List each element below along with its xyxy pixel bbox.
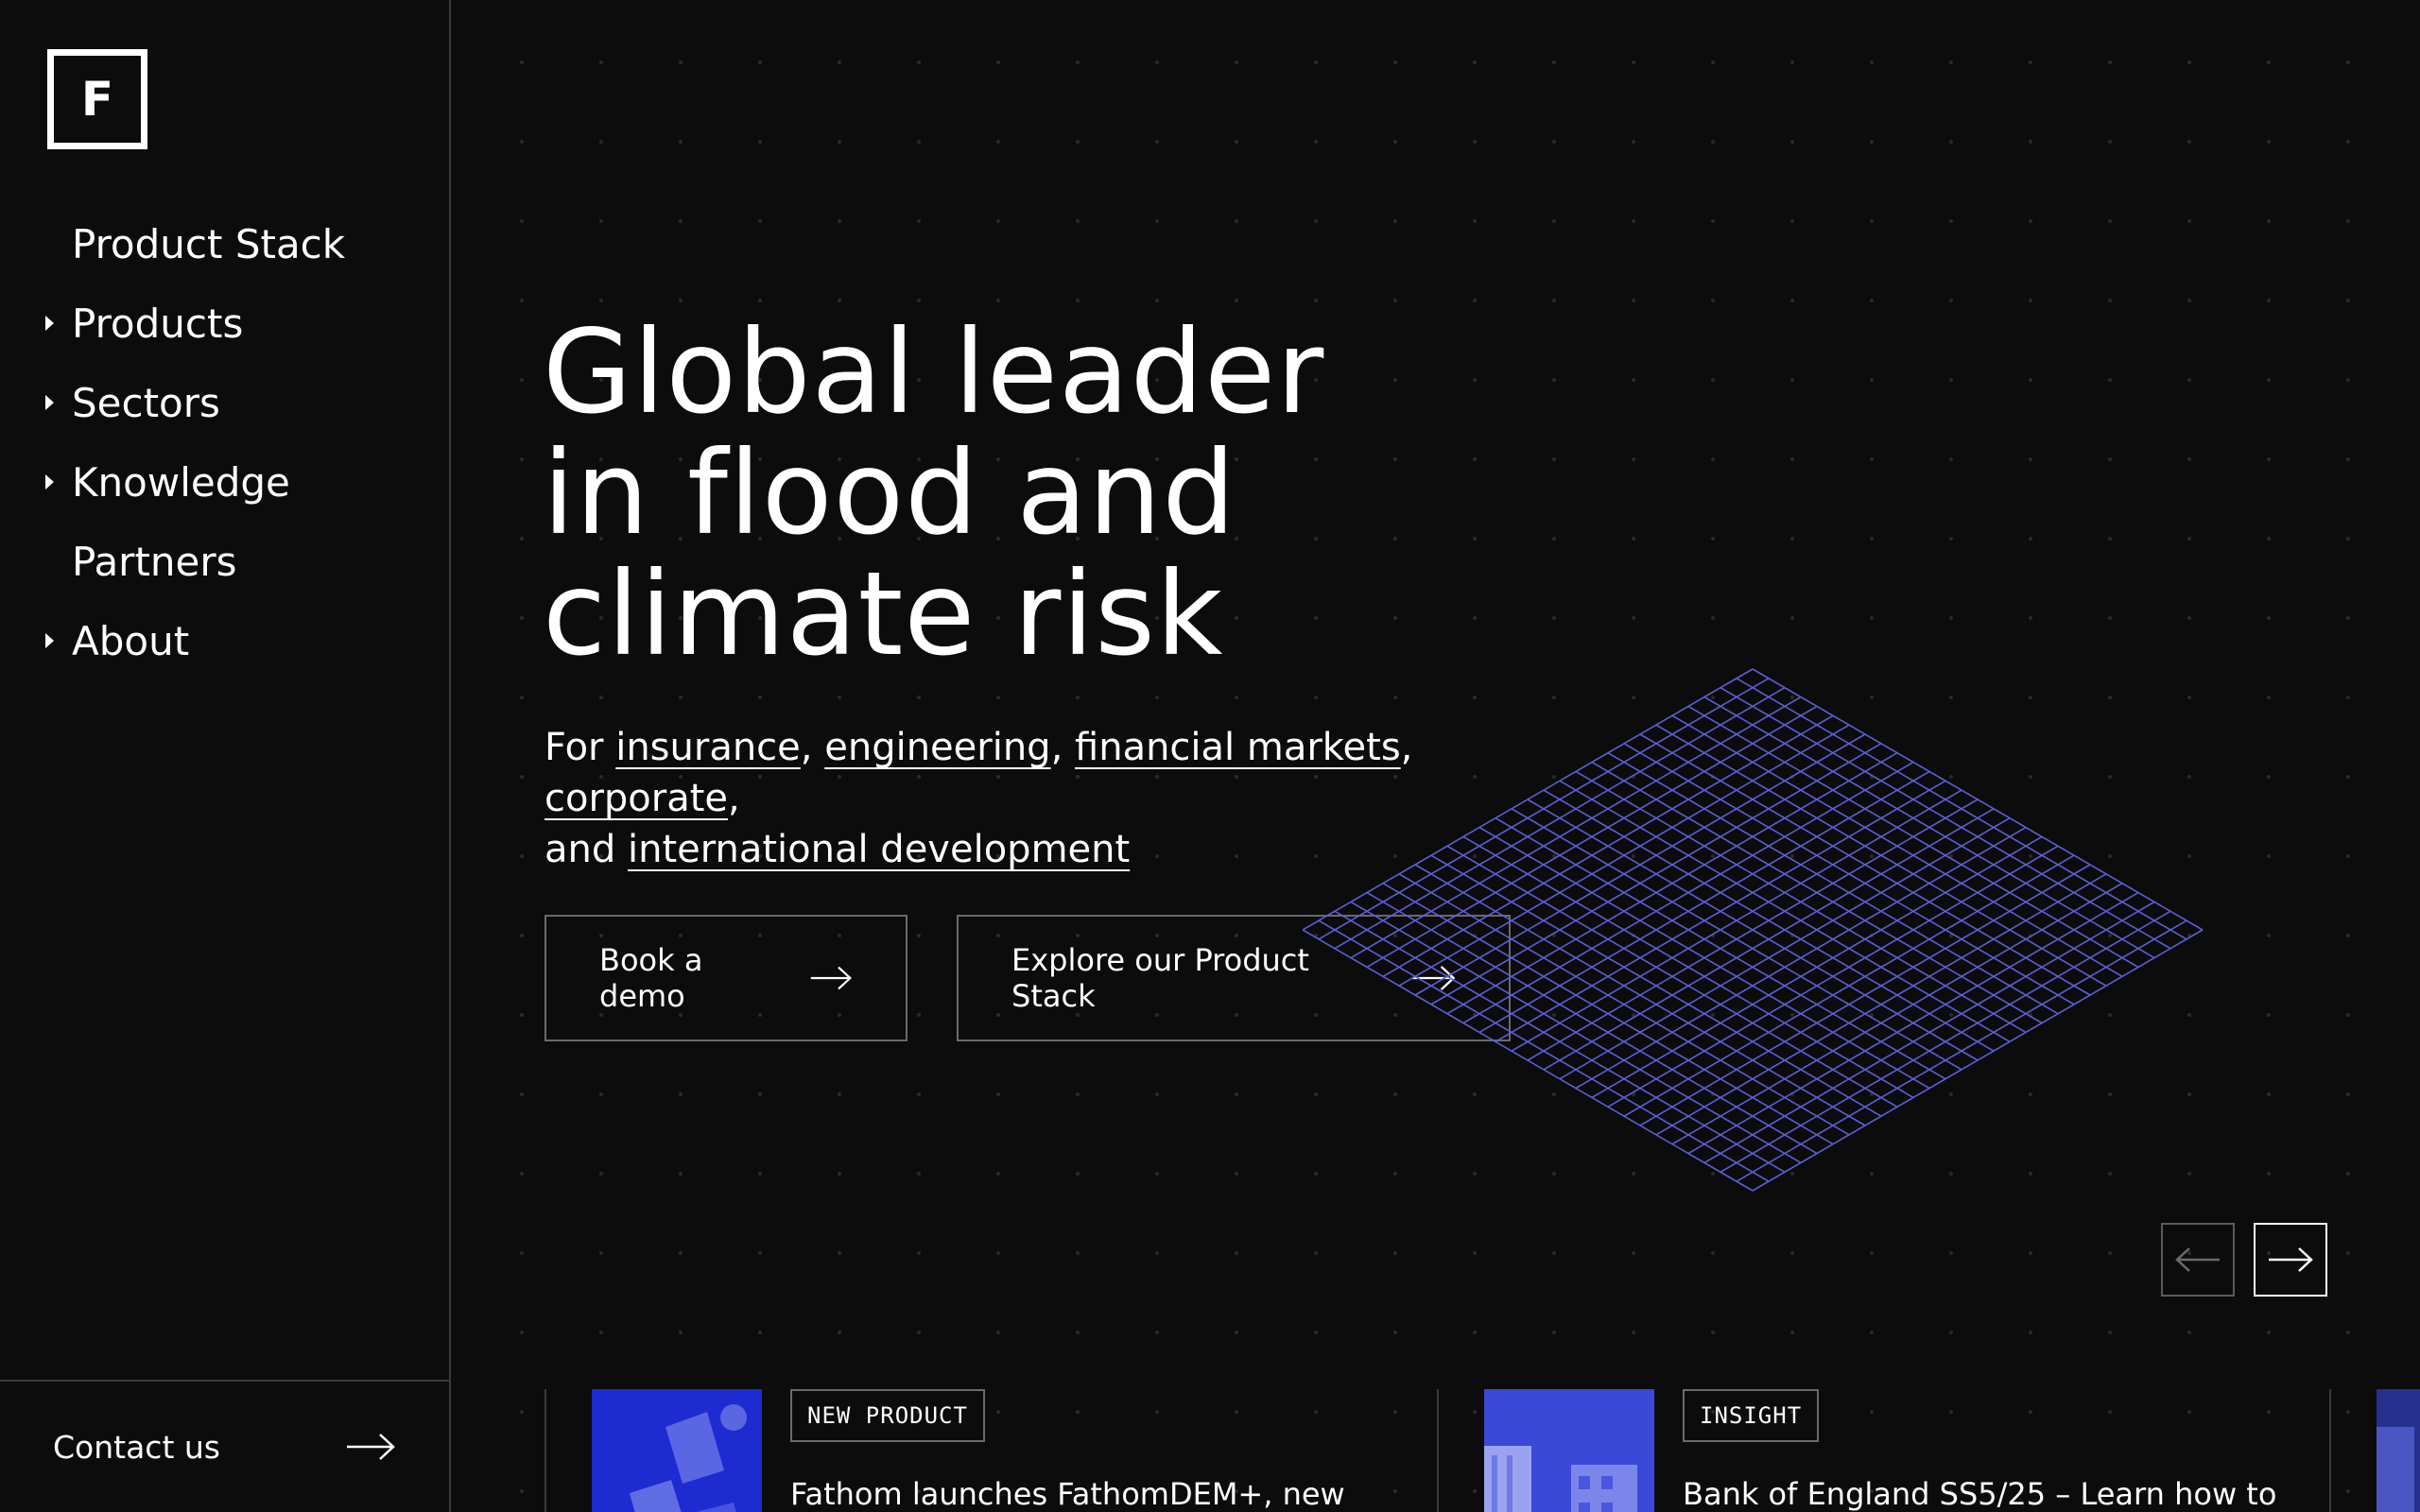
hero-title-line: in flood and xyxy=(543,426,1236,560)
news-tag: NEW PRODUCT xyxy=(790,1389,985,1442)
link-insurance[interactable]: insurance xyxy=(615,726,801,769)
caret-right-icon xyxy=(45,316,54,331)
news-thumbnail xyxy=(1484,1389,1654,1512)
sidebar-item-product-stack[interactable]: Product Stack xyxy=(0,204,449,284)
main-content: Global leader in flood and climate risk … xyxy=(452,0,2420,1512)
sidebar-nav: Product Stack Products Sectors Knowledge… xyxy=(0,204,449,680)
contact-us-label: Contact us xyxy=(53,1428,220,1466)
carousel-next-button[interactable] xyxy=(2254,1223,2327,1297)
news-card[interactable] xyxy=(2329,1389,2420,1512)
arrow-right-icon xyxy=(347,1434,395,1460)
link-international-development[interactable]: international development xyxy=(628,828,1130,871)
caret-right-icon xyxy=(45,395,54,410)
sidebar-item-label: Products xyxy=(72,300,244,347)
news-card[interactable]: INSIGHT Bank of England SS5/25 – Learn h… xyxy=(1437,1389,2331,1512)
arrow-right-icon xyxy=(2269,1247,2313,1272)
book-demo-label: Book a demo xyxy=(599,942,703,1014)
sidebar-item-knowledge[interactable]: Knowledge xyxy=(0,442,449,522)
sidebar-item-label: Knowledge xyxy=(72,458,290,506)
tag-label: NEW PRODUCT xyxy=(807,1402,968,1429)
contact-us-link[interactable]: Contact us xyxy=(0,1380,449,1512)
sidebar-item-label: Sectors xyxy=(72,379,220,426)
news-tag: INSIGHT xyxy=(1683,1389,1820,1442)
news-thumbnail xyxy=(592,1389,762,1512)
link-corporate[interactable]: corporate xyxy=(544,777,728,820)
logo-letter: F xyxy=(80,72,114,127)
caret-right-icon xyxy=(45,474,54,490)
sidebar-item-sectors[interactable]: Sectors xyxy=(0,363,449,442)
sidebar-item-partners[interactable]: Partners xyxy=(0,522,449,601)
arrow-left-icon xyxy=(2175,1247,2220,1272)
sidebar-item-label: Partners xyxy=(72,538,237,585)
tag-label: INSIGHT xyxy=(1700,1402,1803,1429)
sub-prefix: For xyxy=(544,726,604,769)
link-engineering[interactable]: engineering xyxy=(824,726,1050,769)
sub-and: and xyxy=(544,828,616,871)
hero-title: Global leader in flood and climate risk xyxy=(543,312,1582,675)
caret-right-icon xyxy=(45,633,54,648)
carousel-prev-button[interactable] xyxy=(2161,1223,2235,1297)
fathom-logo[interactable]: F xyxy=(47,49,147,149)
sidebar-item-label: About xyxy=(72,617,190,664)
isometric-grid-illustration xyxy=(1303,668,2204,1192)
news-title: Bank of England SS5/25 – Learn how to xyxy=(1683,1476,2277,1512)
news-card[interactable]: NEW PRODUCT Fathom launches FathomDEM+, … xyxy=(544,1389,1439,1512)
news-thumbnail xyxy=(2377,1389,2420,1512)
sidebar-item-about[interactable]: About xyxy=(0,601,449,680)
arrow-right-icon xyxy=(810,966,852,990)
hero-title-line: Global leader xyxy=(543,305,1325,439)
sidebar: F Product Stack Products Sectors Knowled… xyxy=(0,0,451,1512)
sidebar-item-products[interactable]: Products xyxy=(0,284,449,363)
book-demo-button[interactable]: Book a demo xyxy=(544,915,908,1041)
hero-title-line: climate risk xyxy=(543,547,1224,681)
sidebar-item-label: Product Stack xyxy=(72,220,346,267)
news-title: Fathom launches FathomDEM+, new xyxy=(790,1476,1345,1512)
